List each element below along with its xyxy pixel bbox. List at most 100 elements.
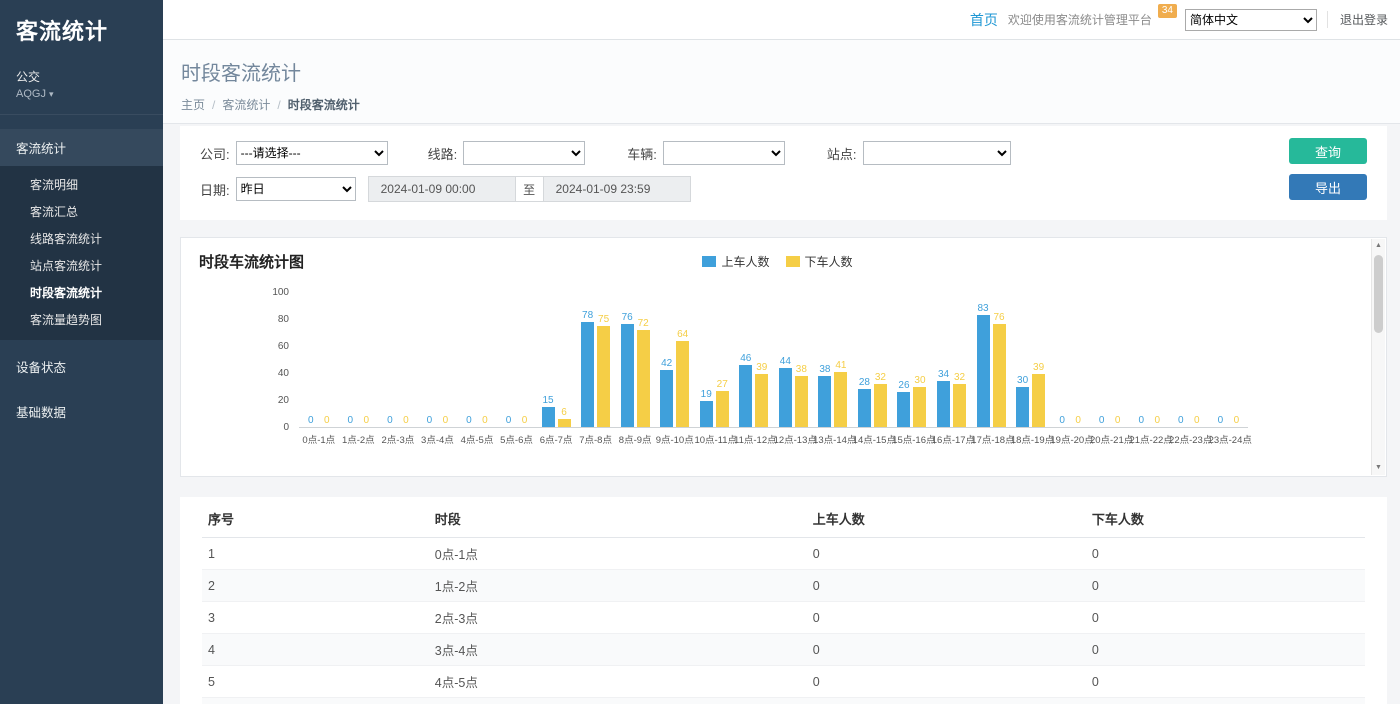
sidebar-item[interactable]: 客流量趋势图 — [0, 306, 163, 333]
x-tick-label: 4点-5点 — [457, 432, 497, 446]
bar-wrap: 75 — [597, 293, 610, 427]
table-panel: 序号时段上车人数下车人数 10点-1点0021点-2点0032点-3点0043点… — [180, 497, 1387, 704]
sidebar-section-设备状态[interactable]: 设备状态 — [0, 348, 163, 385]
x-tick-label: 21点-22点 — [1129, 432, 1169, 446]
table-header-cell: 时段 — [429, 499, 807, 538]
bar-value-label: 0 — [348, 415, 354, 426]
bar-wrap: 19 — [700, 293, 713, 427]
bar[interactable] — [558, 419, 571, 427]
bar[interactable] — [755, 374, 768, 427]
org-label: 公交 — [0, 52, 163, 88]
sidebar-item[interactable]: 时段客流统计 — [0, 279, 163, 306]
scroll-up-icon[interactable]: ▲ — [1372, 239, 1385, 253]
page-title: 时段客流统计 — [181, 57, 1382, 86]
bar[interactable] — [874, 384, 887, 427]
bar-value-label: 0 — [466, 415, 472, 426]
sidebar-item[interactable]: 线路客流统计 — [0, 225, 163, 252]
legend-item[interactable]: 上车人数 — [702, 253, 769, 270]
breadcrumb-item[interactable]: 主页 — [181, 98, 205, 112]
line-select[interactable] — [463, 141, 585, 165]
bar[interactable] — [1032, 374, 1045, 427]
home-link[interactable]: 首页 — [970, 10, 998, 30]
station-select[interactable] — [863, 141, 1011, 165]
topbar: 首页 欢迎使用客流统计管理平台 34 简体中文 退出登录 — [163, 0, 1400, 40]
user-menu[interactable]: AQGJ▾ — [0, 88, 163, 115]
bar[interactable] — [818, 376, 831, 427]
bar[interactable] — [795, 376, 808, 427]
sidebar-section-客流统计[interactable]: 客流统计 — [0, 129, 163, 166]
bar[interactable] — [542, 407, 555, 427]
logout-link[interactable]: 退出登录 — [1327, 11, 1388, 28]
bar[interactable] — [1016, 387, 1029, 428]
bar-wrap: 6 — [558, 293, 571, 427]
bar-wrap: 0 — [423, 293, 436, 427]
bar[interactable] — [779, 368, 792, 427]
bar[interactable] — [977, 315, 990, 427]
bar[interactable] — [676, 341, 689, 427]
bar[interactable] — [581, 322, 594, 427]
x-tick-label: 18点-19点 — [1011, 432, 1051, 446]
bar-wrap: 0 — [1190, 293, 1203, 427]
x-tick-label: 3点-4点 — [418, 432, 458, 446]
x-tick-label: 9点-10点 — [655, 432, 695, 446]
date-preset-select[interactable]: 昨日 — [236, 177, 356, 201]
y-tick-label: 80 — [278, 314, 289, 325]
sidebar-item[interactable]: 客流明细 — [0, 171, 163, 198]
bar-wrap: 76 — [993, 293, 1006, 427]
bar[interactable] — [621, 324, 634, 427]
bar-group: 00 — [1050, 293, 1090, 427]
export-button[interactable]: 导出 — [1289, 174, 1367, 200]
company-select[interactable]: ---请选择--- — [236, 141, 388, 165]
stats-table: 序号时段上车人数下车人数 10点-1点0021点-2点0032点-3点0043点… — [202, 499, 1365, 704]
language-select[interactable]: 简体中文 — [1185, 9, 1317, 31]
chart-scrollbar[interactable]: ▲ ▼ — [1371, 239, 1385, 475]
filter-row-1: 公司: ---请选择--- 线路: 车辆: 站点: — [200, 140, 1367, 166]
bar[interactable] — [700, 401, 713, 427]
breadcrumb-item[interactable]: 客流统计 — [222, 98, 270, 112]
legend-label: 上车人数 — [721, 253, 769, 270]
sidebar-section-基础数据[interactable]: 基础数据 — [0, 393, 163, 430]
breadcrumb: 主页/客流统计/时段客流统计 — [181, 96, 1382, 113]
bar[interactable] — [716, 391, 729, 427]
bar-value-label: 30 — [1017, 375, 1028, 386]
date-end-input[interactable] — [543, 176, 691, 202]
sidebar-item[interactable]: 客流汇总 — [0, 198, 163, 225]
query-button[interactable]: 查询 — [1289, 138, 1367, 164]
scroll-down-icon[interactable]: ▼ — [1372, 461, 1385, 475]
bar[interactable] — [953, 384, 966, 427]
sidebar-nav: 客流统计客流明细客流汇总线路客流统计站点客流统计时段客流统计客流量趋势图设备状态… — [0, 129, 163, 430]
notification-badge[interactable]: 34 — [1158, 4, 1177, 18]
line-label: 线路: — [428, 144, 458, 163]
bar[interactable] — [913, 387, 926, 428]
date-start-input[interactable] — [368, 176, 516, 202]
sidebar-item[interactable]: 站点客流统计 — [0, 252, 163, 279]
bar[interactable] — [597, 326, 610, 427]
table-row: 32点-3点00 — [202, 602, 1365, 634]
table-cell: 1 — [202, 538, 429, 570]
bar-value-label: 15 — [542, 395, 553, 406]
bar[interactable] — [637, 330, 650, 427]
bar-wrap: 0 — [502, 293, 515, 427]
bar[interactable] — [897, 392, 910, 427]
vehicle-select[interactable] — [663, 141, 785, 165]
table-cell: 3点-4点 — [429, 634, 807, 666]
bar[interactable] — [660, 370, 673, 427]
bar-group: 00 — [1090, 293, 1130, 427]
legend-item[interactable]: 下车人数 — [786, 253, 853, 270]
chart-plot: 0000000000001567875767242641927463944383… — [299, 293, 1248, 446]
x-tick-label: 23点-24点 — [1209, 432, 1249, 446]
bar[interactable] — [739, 365, 752, 427]
bar-wrap: 0 — [320, 293, 333, 427]
date-range-separator: 至 — [516, 176, 543, 202]
page-header: 时段客流统计 主页/客流统计/时段客流统计 — [163, 40, 1400, 124]
bar[interactable] — [858, 389, 871, 427]
y-tick-label: 100 — [272, 287, 289, 298]
scrollbar-thumb[interactable] — [1374, 255, 1383, 333]
bar[interactable] — [834, 372, 847, 427]
bar[interactable] — [993, 324, 1006, 427]
table-cell: 4点-5点 — [429, 666, 807, 698]
table-cell: 0 — [807, 570, 1086, 602]
bar-value-label: 0 — [1059, 415, 1065, 426]
bar[interactable] — [937, 381, 950, 427]
bar-group: 00 — [457, 293, 497, 427]
